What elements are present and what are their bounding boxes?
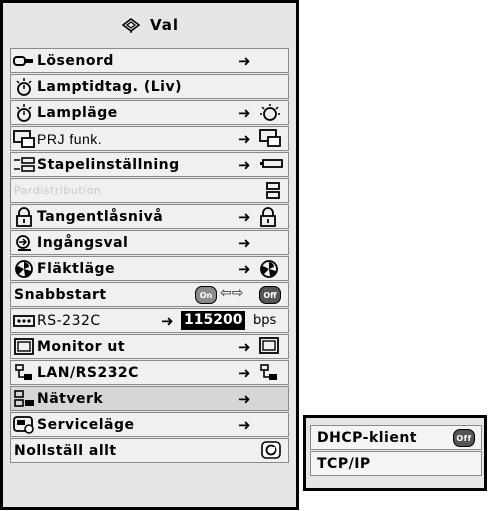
menu-item-label: Snabbstart xyxy=(14,286,107,303)
dhcp-off-badge[interactable]: Off xyxy=(453,429,475,447)
arrow-right-icon: ➜ xyxy=(238,416,251,434)
menu-item-stack-setting[interactable]: Stapelinställning ➜ xyxy=(10,152,289,177)
padlock-icon xyxy=(11,204,37,229)
menu-item-reset-all[interactable]: Nollställ allt xyxy=(10,438,289,463)
menu-item-fan-mode[interactable]: Fläktläge ➜ xyxy=(10,256,289,281)
menu-title: Val xyxy=(3,3,296,47)
fan-icon xyxy=(11,256,37,281)
menu-item-lamp-mode[interactable]: Lampläge ➜ xyxy=(10,100,289,125)
menu-item-label: Lamptidtag. (Liv) xyxy=(37,78,182,95)
stack-icon xyxy=(259,155,283,177)
menu-item-rs232c[interactable]: RS-232C ➜ 115200 bps xyxy=(10,308,289,333)
quick-start-off-badge[interactable]: Off xyxy=(259,286,281,304)
options-icon xyxy=(121,18,141,33)
network-submenu: DHCP-klient Off TCP/IP xyxy=(303,415,487,491)
menu-item-label: Nollställ allt xyxy=(14,442,117,459)
pair-icon xyxy=(265,181,281,204)
menu-item-network[interactable]: Nätverk ➜ xyxy=(10,386,289,411)
submenu-item-dhcp[interactable]: DHCP-klient Off xyxy=(310,425,482,450)
arrow-right-icon: ➜ xyxy=(238,208,251,226)
arrow-right-icon: ➜ xyxy=(238,390,251,408)
menu-item-input-select[interactable]: Ingångsval ➜ xyxy=(10,230,289,255)
padlock-icon xyxy=(259,207,277,231)
arrow-right-icon: ➜ xyxy=(161,312,174,330)
projector-mode-icon xyxy=(11,126,37,151)
menu-item-quick-start[interactable]: Snabbstart On ⇦⇨ Off xyxy=(10,282,289,307)
lan-icon xyxy=(259,363,279,387)
monitor-icon xyxy=(11,334,37,359)
arrow-right-icon: ➜ xyxy=(238,260,251,278)
arrow-right-icon: ➜ xyxy=(238,156,251,174)
menu-item-label: Pardistribution xyxy=(14,184,102,197)
eco-lamp-icon xyxy=(259,103,281,127)
arrow-right-icon: ➜ xyxy=(238,130,251,148)
lamp-icon xyxy=(11,100,37,125)
arrow-left-right-icon: ⇦⇨ xyxy=(220,285,244,301)
arrow-right-icon: ➜ xyxy=(238,364,251,382)
menu-item-monitor-out[interactable]: Monitor ut ➜ xyxy=(10,334,289,359)
submenu-item-tcpip[interactable]: TCP/IP xyxy=(310,451,482,476)
projector-mode-icon xyxy=(259,129,281,151)
options-menu: Val Lösenord ➜ Lamptidtag. (Liv) Lampläg… xyxy=(0,0,299,510)
fan-icon xyxy=(259,259,279,283)
reset-icon xyxy=(261,441,281,463)
arrow-right-icon: ➜ xyxy=(238,234,251,252)
stack-icon xyxy=(11,152,37,177)
serial-port-icon xyxy=(11,308,37,333)
submenu-item-label: DHCP-klient xyxy=(317,429,417,446)
menu-item-service-mode[interactable]: Serviceläge ➜ xyxy=(10,412,289,437)
lamp-icon xyxy=(11,74,37,99)
input-select-icon xyxy=(11,230,37,255)
menu-item-lan-rs232c[interactable]: LAN/RS232C ➜ xyxy=(10,360,289,385)
menu-item-lamp-timer[interactable]: Lamptidtag. (Liv) xyxy=(10,74,289,99)
arrow-right-icon: ➜ xyxy=(238,338,251,356)
monitor-icon xyxy=(259,337,279,359)
baud-rate-unit: bps xyxy=(253,313,277,328)
menu-item-pair-distribution: Pardistribution xyxy=(10,178,289,203)
lan-icon xyxy=(11,360,37,385)
service-icon xyxy=(11,412,37,437)
submenu-item-label: TCP/IP xyxy=(317,455,371,472)
menu-title-text: Val xyxy=(149,16,180,34)
quick-start-on-badge[interactable]: On xyxy=(195,286,217,304)
arrow-right-icon: ➜ xyxy=(238,104,251,122)
key-icon xyxy=(11,48,37,73)
menu-item-prj-function[interactable]: PRJ funk. ➜ xyxy=(10,126,289,151)
menu-item-key-lock-level[interactable]: Tangentlåsnivå ➜ xyxy=(10,204,289,229)
menu-item-password[interactable]: Lösenord ➜ xyxy=(10,48,289,73)
baud-rate-value[interactable]: 115200 xyxy=(181,311,246,330)
network-icon xyxy=(11,386,37,411)
arrow-right-icon: ➜ xyxy=(238,52,251,70)
